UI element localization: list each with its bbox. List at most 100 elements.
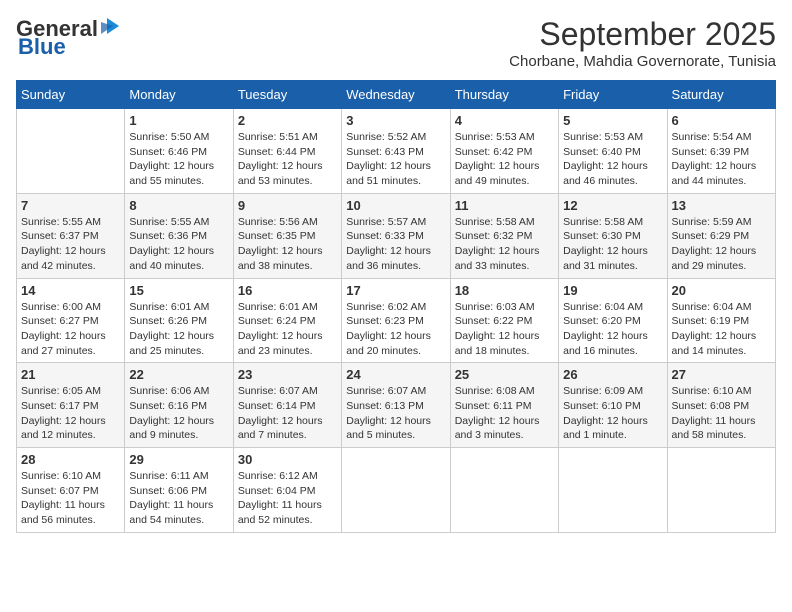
page-header: General Blue September 2025 Chorbane, Ma… [16, 16, 776, 70]
day-info: Sunrise: 6:07 AM Sunset: 6:13 PM Dayligh… [346, 385, 431, 441]
day-number: 14 [21, 283, 120, 298]
calendar-cell: 29Sunrise: 6:11 AM Sunset: 6:06 PM Dayli… [125, 448, 233, 533]
header-cell-sunday: Sunday [17, 81, 125, 109]
header-cell-monday: Monday [125, 81, 233, 109]
day-number: 11 [455, 198, 554, 213]
calendar-week-2: 7 Sunrise: 5:55 AM Sunset: 6:37 PM Daylig… [17, 193, 776, 278]
day-info: Sunrise: 6:09 AM Sunset: 6:10 PM Dayligh… [563, 385, 648, 441]
calendar-cell: 24 Sunrise: 6:07 AM Sunset: 6:13 PM Dayli… [342, 363, 450, 448]
logo: General Blue [16, 16, 121, 60]
calendar-cell: 15 Sunrise: 6:01 AM Sunset: 6:26 PM Dayli… [125, 278, 233, 363]
calendar-cell: 30 Sunrise: 6:12 AM Sunset: 6:04 PM Dayli… [233, 448, 341, 533]
day-number: 22 [129, 367, 228, 382]
day-number: 27 [672, 367, 771, 382]
calendar-cell: 10 Sunrise: 5:57 AM Sunset: 6:33 PM Dayli… [342, 193, 450, 278]
day-info: Sunrise: 6:02 AM Sunset: 6:23 PM Dayligh… [346, 301, 431, 357]
calendar-cell [559, 448, 667, 533]
day-number: 15 [129, 283, 228, 298]
day-number: 18 [455, 283, 554, 298]
day-number: 19 [563, 283, 662, 298]
day-info: Sunrise: 5:55 AM Sunset: 6:36 PM Dayligh… [129, 216, 214, 272]
day-number: 2 [238, 113, 337, 128]
day-number: 1 [129, 113, 228, 128]
day-number: 12 [563, 198, 662, 213]
calendar-cell: 28 Sunrise: 6:10 AM Sunset: 6:07 PM Dayli… [17, 448, 125, 533]
calendar-cell: 3 Sunrise: 5:52 AM Sunset: 6:43 PM Daylig… [342, 109, 450, 194]
day-number: 7 [21, 198, 120, 213]
logo-icon [99, 16, 121, 38]
title-block: September 2025 Chorbane, Mahdia Governor… [509, 16, 776, 70]
day-info: Sunrise: 5:53 AM Sunset: 6:40 PM Dayligh… [563, 131, 648, 187]
day-info: Sunrise: 6:10 AM Sunset: 6:07 PM Dayligh… [21, 470, 105, 526]
day-info: Sunrise: 6:07 AM Sunset: 6:14 PM Dayligh… [238, 385, 323, 441]
day-number: 6 [672, 113, 771, 128]
day-info: Sunrise: 5:59 AM Sunset: 6:29 PM Dayligh… [672, 216, 757, 272]
day-number: 3 [346, 113, 445, 128]
calendar-cell: 11Sunrise: 5:58 AM Sunset: 6:32 PM Dayli… [450, 193, 558, 278]
day-info: Sunrise: 6:05 AM Sunset: 6:17 PM Dayligh… [21, 385, 106, 441]
calendar-cell: 26Sunrise: 6:09 AM Sunset: 6:10 PM Dayli… [559, 363, 667, 448]
calendar-cell: 12 Sunrise: 5:58 AM Sunset: 6:30 PM Dayli… [559, 193, 667, 278]
header-cell-tuesday: Tuesday [233, 81, 341, 109]
day-info: Sunrise: 5:55 AM Sunset: 6:37 PM Dayligh… [21, 216, 106, 272]
day-number: 30 [238, 452, 337, 467]
calendar-cell: 5 Sunrise: 5:53 AM Sunset: 6:40 PM Daylig… [559, 109, 667, 194]
day-number: 25 [455, 367, 554, 382]
calendar-body: 1 Sunrise: 5:50 AM Sunset: 6:46 PM Daylig… [17, 109, 776, 533]
calendar-cell: 1 Sunrise: 5:50 AM Sunset: 6:46 PM Daylig… [125, 109, 233, 194]
calendar-cell: 7 Sunrise: 5:55 AM Sunset: 6:37 PM Daylig… [17, 193, 125, 278]
calendar-cell: 19 Sunrise: 6:04 AM Sunset: 6:20 PM Dayli… [559, 278, 667, 363]
day-info: Sunrise: 6:01 AM Sunset: 6:26 PM Dayligh… [129, 301, 214, 357]
header-cell-thursday: Thursday [450, 81, 558, 109]
day-info: Sunrise: 5:50 AM Sunset: 6:46 PM Dayligh… [129, 131, 214, 187]
day-number: 9 [238, 198, 337, 213]
day-info: Sunrise: 5:51 AM Sunset: 6:44 PM Dayligh… [238, 131, 323, 187]
day-info: Sunrise: 6:04 AM Sunset: 6:19 PM Dayligh… [672, 301, 757, 357]
calendar-cell: 27 Sunrise: 6:10 AM Sunset: 6:08 PM Dayli… [667, 363, 775, 448]
calendar-cell: 21Sunrise: 6:05 AM Sunset: 6:17 PM Dayli… [17, 363, 125, 448]
calendar-cell: 4Sunrise: 5:53 AM Sunset: 6:42 PM Daylig… [450, 109, 558, 194]
calendar-week-5: 28 Sunrise: 6:10 AM Sunset: 6:07 PM Dayli… [17, 448, 776, 533]
calendar-table: SundayMondayTuesdayWednesdayThursdayFrid… [16, 80, 776, 533]
calendar-week-1: 1 Sunrise: 5:50 AM Sunset: 6:46 PM Daylig… [17, 109, 776, 194]
calendar-cell: 16 Sunrise: 6:01 AM Sunset: 6:24 PM Dayli… [233, 278, 341, 363]
calendar-cell: 9 Sunrise: 5:56 AM Sunset: 6:35 PM Daylig… [233, 193, 341, 278]
day-info: Sunrise: 6:04 AM Sunset: 6:20 PM Dayligh… [563, 301, 648, 357]
calendar-cell: 8 Sunrise: 5:55 AM Sunset: 6:36 PM Daylig… [125, 193, 233, 278]
day-info: Sunrise: 6:01 AM Sunset: 6:24 PM Dayligh… [238, 301, 323, 357]
day-info: Sunrise: 6:11 AM Sunset: 6:06 PM Dayligh… [129, 470, 213, 526]
day-number: 10 [346, 198, 445, 213]
header-cell-friday: Friday [559, 81, 667, 109]
calendar-cell: 23 Sunrise: 6:07 AM Sunset: 6:14 PM Dayli… [233, 363, 341, 448]
header-cell-saturday: Saturday [667, 81, 775, 109]
day-info: Sunrise: 5:57 AM Sunset: 6:33 PM Dayligh… [346, 216, 431, 272]
day-info: Sunrise: 6:12 AM Sunset: 6:04 PM Dayligh… [238, 470, 322, 526]
calendar-cell: 20Sunrise: 6:04 AM Sunset: 6:19 PM Dayli… [667, 278, 775, 363]
calendar-cell: 17Sunrise: 6:02 AM Sunset: 6:23 PM Dayli… [342, 278, 450, 363]
day-number: 8 [129, 198, 228, 213]
day-info: Sunrise: 5:56 AM Sunset: 6:35 PM Dayligh… [238, 216, 323, 272]
day-number: 28 [21, 452, 120, 467]
day-number: 16 [238, 283, 337, 298]
calendar-cell: 22 Sunrise: 6:06 AM Sunset: 6:16 PM Dayli… [125, 363, 233, 448]
logo-text-blue: Blue [16, 34, 66, 60]
day-info: Sunrise: 5:52 AM Sunset: 6:43 PM Dayligh… [346, 131, 431, 187]
header-row: SundayMondayTuesdayWednesdayThursdayFrid… [17, 81, 776, 109]
day-number: 23 [238, 367, 337, 382]
day-number: 24 [346, 367, 445, 382]
day-info: Sunrise: 5:54 AM Sunset: 6:39 PM Dayligh… [672, 131, 757, 187]
calendar-cell: 6 Sunrise: 5:54 AM Sunset: 6:39 PM Daylig… [667, 109, 775, 194]
calendar-cell: 25 Sunrise: 6:08 AM Sunset: 6:11 PM Dayli… [450, 363, 558, 448]
location-title: Chorbane, Mahdia Governorate, Tunisia [509, 53, 776, 70]
calendar-cell [450, 448, 558, 533]
calendar-cell: 18Sunrise: 6:03 AM Sunset: 6:22 PM Dayli… [450, 278, 558, 363]
calendar-cell [667, 448, 775, 533]
day-info: Sunrise: 5:58 AM Sunset: 6:30 PM Dayligh… [563, 216, 648, 272]
header-cell-wednesday: Wednesday [342, 81, 450, 109]
calendar-cell: 13Sunrise: 5:59 AM Sunset: 6:29 PM Dayli… [667, 193, 775, 278]
day-number: 5 [563, 113, 662, 128]
day-info: Sunrise: 6:08 AM Sunset: 6:11 PM Dayligh… [455, 385, 540, 441]
day-info: Sunrise: 6:00 AM Sunset: 6:27 PM Dayligh… [21, 301, 106, 357]
day-info: Sunrise: 6:06 AM Sunset: 6:16 PM Dayligh… [129, 385, 214, 441]
day-info: Sunrise: 6:10 AM Sunset: 6:08 PM Dayligh… [672, 385, 756, 441]
